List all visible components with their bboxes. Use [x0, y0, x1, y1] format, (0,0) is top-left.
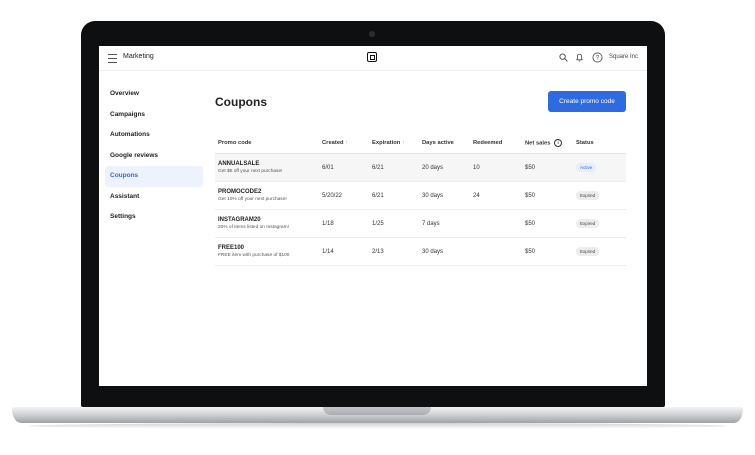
column-header-net-sales[interactable]: Net sales i — [522, 132, 573, 154]
status-badge: Expired — [576, 219, 600, 228]
status-badge: Expired — [576, 247, 600, 256]
cell-status: Active — [573, 153, 626, 182]
cell-promo: INSTAGRAM20 20% of items listed on Insta… — [215, 209, 319, 238]
sidebar-item-automations[interactable]: Automations — [105, 125, 203, 146]
column-header-label: Redeemed — [473, 139, 503, 146]
cell-net-sales: $50 — [522, 209, 573, 238]
info-icon[interactable]: i — [554, 138, 563, 147]
coupons-table: Promo code Created ↑ Expiration ↑ Days a… — [215, 132, 626, 266]
column-header-label: Promo code — [218, 139, 252, 146]
table-row[interactable]: FREE100 FREE item with purchase of $100 … — [215, 237, 626, 266]
cell-status: Expired — [573, 181, 626, 210]
cell-redeemed — [470, 209, 522, 238]
cell-promo: ANNUALSALE Get $5 off your next purchase… — [215, 153, 319, 182]
sidebar-item-assistant[interactable]: Assistant — [105, 187, 203, 208]
promo-description: Get 10% off your next purchase! — [218, 197, 287, 202]
status-badge: Expired — [576, 191, 600, 200]
column-header-status[interactable]: Status — [573, 132, 626, 154]
cell-net-sales: $50 — [522, 153, 573, 182]
cell-expiration: 6/21 — [369, 153, 419, 182]
cell-expiration: 2/13 — [369, 237, 419, 266]
column-header-label: Net sales — [525, 140, 551, 147]
cell-created: 1/18 — [319, 209, 369, 238]
page-title: Coupons — [215, 95, 267, 109]
column-header-label: Status — [576, 139, 594, 146]
column-header-days-active[interactable]: Days active — [419, 132, 470, 154]
webcam — [369, 31, 375, 37]
promo-description: FREE item with purchase of $100 — [218, 253, 290, 258]
sidebar-item-overview[interactable]: Overview — [105, 84, 203, 105]
laptop-notch — [323, 407, 431, 415]
column-header-created[interactable]: Created ↑ — [319, 132, 369, 154]
app-title: Marketing — [123, 53, 154, 60]
cell-created: 5/20/22 — [319, 181, 369, 210]
cell-promo: PROMOCODE2 Get 10% off your next purchas… — [215, 181, 319, 210]
promo-description: 20% of items listed on Instagram! — [218, 225, 289, 230]
table-row[interactable]: ANNUALSALE Get $5 off your next purchase… — [215, 153, 626, 182]
sort-arrow-icon[interactable]: ↑ — [402, 140, 405, 146]
sidebar-item-campaigns[interactable]: Campaigns — [105, 105, 203, 126]
top-bar: Marketing ? Square Inc — [99, 46, 647, 71]
promo-code: FREE100 — [218, 245, 245, 251]
menu-icon[interactable] — [108, 54, 117, 63]
help-icon[interactable]: ? — [592, 52, 603, 63]
laptop-shadow — [28, 423, 727, 429]
svg-text:?: ? — [596, 56, 600, 62]
cell-created: 1/14 — [319, 237, 369, 266]
cell-expiration: 6/21 — [369, 181, 419, 210]
sidebar-nav: Overview Campaigns Automations Google re… — [105, 84, 203, 228]
screen-bezel-bottom — [99, 386, 647, 396]
sidebar-item-coupons[interactable]: Coupons — [105, 166, 203, 187]
column-header-redeemed[interactable]: Redeemed — [470, 132, 522, 154]
cell-days-active: 30 days — [419, 181, 470, 210]
table-header-row: Promo code Created ↑ Expiration ↑ Days a… — [215, 132, 626, 154]
cell-days-active: 7 days — [419, 209, 470, 238]
table-row[interactable]: PROMOCODE2 Get 10% off your next purchas… — [215, 181, 626, 210]
square-logo-icon[interactable] — [367, 52, 377, 62]
column-header-label: Days active — [422, 139, 454, 146]
cell-expiration: 1/25 — [369, 209, 419, 238]
cell-status: Expired — [573, 237, 626, 266]
sidebar-item-settings[interactable]: Settings — [105, 207, 203, 228]
cell-created: 6/01 — [319, 153, 369, 182]
column-header-promo-code[interactable]: Promo code — [215, 132, 319, 154]
promo-description: Get $5 off your next purchase! — [218, 169, 283, 174]
cell-days-active: 20 days — [419, 153, 470, 182]
promo-code: INSTAGRAM20 — [218, 217, 261, 223]
cell-status: Expired — [573, 209, 626, 238]
create-promo-code-button[interactable]: Create promo code — [548, 91, 626, 112]
table-row[interactable]: INSTAGRAM20 20% of items listed on Insta… — [215, 209, 626, 238]
cell-net-sales: $50 — [522, 237, 573, 266]
cell-days-active: 30 days — [419, 237, 470, 266]
column-header-label: Created — [322, 139, 344, 146]
sort-arrow-icon[interactable]: ↑ — [345, 140, 348, 146]
promo-code: ANNUALSALE — [218, 161, 260, 167]
app-screen: Marketing ? Square Inc Overview Campaign… — [99, 46, 647, 387]
column-header-label: Expiration — [372, 139, 401, 146]
cell-redeemed: 24 — [470, 181, 522, 210]
promo-code: PROMOCODE2 — [218, 189, 262, 195]
cell-promo: FREE100 FREE item with purchase of $100 — [215, 237, 319, 266]
sidebar-item-google-reviews[interactable]: Google reviews — [105, 146, 203, 167]
cell-net-sales: $50 — [522, 181, 573, 210]
search-icon[interactable] — [559, 53, 568, 62]
status-badge: Active — [576, 163, 597, 172]
cell-redeemed: 10 — [470, 153, 522, 182]
cell-redeemed — [470, 237, 522, 266]
account-name[interactable]: Square Inc — [609, 54, 638, 60]
bell-icon[interactable] — [575, 53, 584, 62]
column-header-expiration[interactable]: Expiration ↑ — [369, 132, 419, 154]
